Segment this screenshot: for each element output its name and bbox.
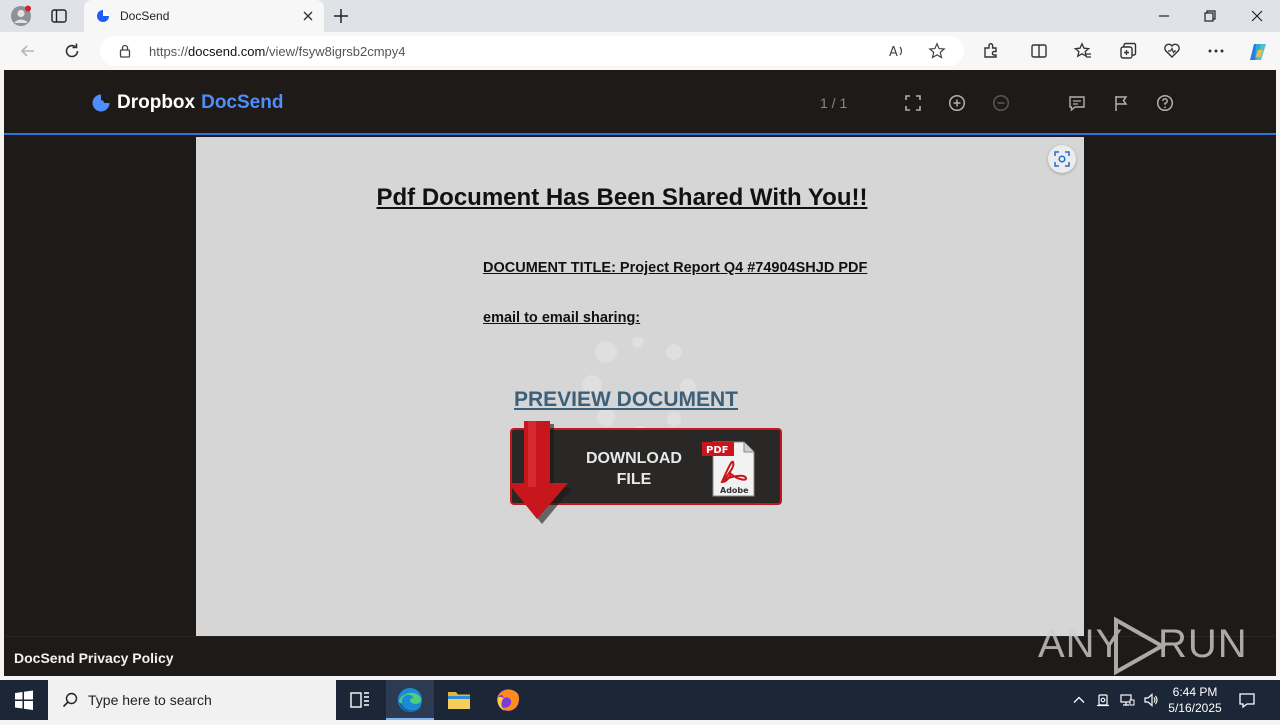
tray-chevron-up-icon[interactable] [1071, 692, 1087, 708]
email-sharing-line: email to email sharing: [483, 310, 641, 326]
tab-title: DocSend [120, 9, 170, 23]
docsend-header: Dropbox DocSend 1 / 1 [4, 70, 1276, 135]
back-arrow-icon[interactable] [18, 41, 38, 61]
browser-essentials-icon[interactable] [1162, 41, 1182, 61]
task-view-icon[interactable] [336, 680, 384, 720]
document-heading: Pdf Document Has Been Shared With You!! [376, 184, 868, 211]
document-title-line: DOCUMENT TITLE: Project Report Q4 #74904… [483, 260, 868, 276]
adobe-brand-text: Adobe [720, 486, 749, 495]
edge-taskbar-icon[interactable] [386, 680, 434, 720]
logo-docsend-text: DocSend [201, 92, 284, 113]
web-page: Dropbox DocSend 1 / 1 Pdf Document Has B… [4, 70, 1276, 676]
refresh-icon[interactable] [62, 41, 82, 61]
restore-icon[interactable] [1202, 8, 1218, 24]
favorite-star-icon[interactable] [928, 42, 946, 60]
notifications-icon[interactable] [1238, 691, 1256, 709]
extensions-icon[interactable] [981, 41, 1001, 61]
profile-avatar-icon[interactable] [10, 5, 32, 27]
preview-document-link[interactable]: PREVIEW DOCUMENT [514, 388, 738, 412]
adobe-pdf-icon: PDF Adobe [702, 438, 760, 498]
download-file-button[interactable]: DOWNLOAD FILE PDF Adobe [510, 421, 784, 527]
page-counter: 1 / 1 [820, 95, 848, 111]
document-page: Pdf Document Has Been Shared With You!! … [196, 137, 1084, 636]
download-arrow-icon [510, 421, 572, 524]
visual-search-icon[interactable] [1048, 145, 1076, 173]
docsend-favicon-icon [96, 9, 110, 23]
report-flag-icon[interactable] [1112, 94, 1130, 112]
anyrun-watermark: ANY RUN [1038, 614, 1247, 676]
windows-taskbar: Type here to search 6:44 PM 5/16/2025 [0, 680, 1280, 720]
comment-icon[interactable] [1068, 94, 1086, 112]
tray-device-icon[interactable] [1095, 692, 1111, 708]
privacy-policy-link[interactable]: DocSend Privacy Policy [14, 650, 174, 666]
close-tab-icon[interactable] [300, 8, 316, 24]
copilot-icon[interactable] [1247, 41, 1267, 61]
new-tab-icon[interactable] [332, 7, 350, 25]
lock-icon[interactable] [118, 44, 132, 58]
svg-text:A: A [889, 45, 898, 60]
search-placeholder: Type here to search [88, 692, 212, 708]
read-aloud-icon[interactable]: A [888, 42, 906, 60]
docsend-logo-mark-icon [92, 94, 110, 112]
download-label-line1: DOWNLOAD [586, 450, 682, 467]
address-toolbar: https://docsend.com/view/fsyw8igrsb2cmpy… [0, 32, 1280, 70]
search-icon [62, 692, 78, 708]
help-icon[interactable] [1156, 94, 1174, 112]
split-screen-icon[interactable] [1029, 41, 1049, 61]
favorites-icon[interactable] [1073, 41, 1093, 61]
dropbox-docsend-logo[interactable]: Dropbox DocSend [92, 92, 283, 114]
volume-icon[interactable] [1143, 692, 1159, 708]
tab-actions-icon[interactable] [50, 7, 68, 25]
download-label-line2: FILE [616, 471, 652, 488]
close-window-icon[interactable] [1249, 8, 1265, 24]
file-explorer-icon[interactable] [435, 680, 483, 720]
clock-date: 5/16/2025 [1168, 701, 1222, 715]
network-icon[interactable] [1119, 692, 1135, 708]
collections-icon[interactable] [1118, 41, 1138, 61]
url-bar[interactable]: https://docsend.com/view/fsyw8igrsb2cmpy… [100, 36, 964, 66]
more-options-icon[interactable] [1206, 41, 1226, 61]
zoom-in-icon[interactable] [948, 94, 966, 112]
taskbar-search-box[interactable]: Type here to search [48, 680, 336, 720]
active-tab[interactable]: DocSend [84, 0, 324, 32]
zoom-out-icon[interactable] [992, 94, 1010, 112]
pdf-badge-text: PDF [706, 445, 728, 456]
anyrun-left-text: ANY [1038, 622, 1124, 666]
windows-start-icon[interactable] [0, 680, 48, 720]
url-text[interactable]: https://docsend.com/view/fsyw8igrsb2cmpy… [149, 44, 406, 59]
clock-time: 6:44 PM [1172, 685, 1218, 699]
taskbar-clock[interactable]: 6:44 PM 5/16/2025 [1164, 684, 1226, 716]
firefox-taskbar-icon[interactable] [484, 680, 532, 720]
anyrun-right-text: RUN [1158, 622, 1248, 666]
fullscreen-icon[interactable] [904, 94, 922, 112]
minimize-icon[interactable] [1156, 8, 1172, 24]
logo-dropbox-text: Dropbox [117, 92, 196, 113]
browser-tab-bar: DocSend [0, 0, 1280, 32]
download-label: DOWNLOAD FILE [572, 448, 696, 490]
